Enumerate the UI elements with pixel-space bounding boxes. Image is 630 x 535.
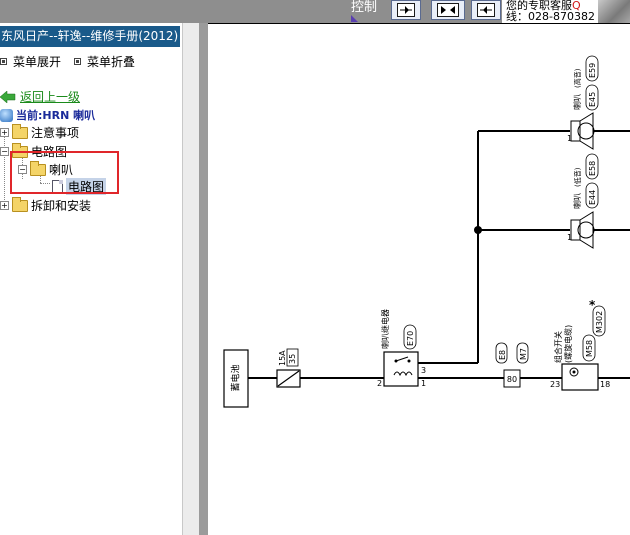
sidebar: 东风日产--轩逸--维修手册(2012) 菜单展开 菜单折叠 返回上一级 当前:… <box>0 23 182 535</box>
horn-low-connector-1: E44 <box>588 190 597 205</box>
tree-item-label: 注意事项 <box>31 126 80 140</box>
relay-pin-2: 2 <box>377 379 382 388</box>
prev-arrow-icon <box>480 6 492 14</box>
relay-label: 喇叭继电器 <box>380 309 390 349</box>
prev-page-button[interactable] <box>471 0 501 20</box>
combo-switch-label: 组合开关 <box>553 331 563 363</box>
menu-expand-label: 菜单展开 <box>13 55 62 69</box>
combo-connector-m58: M58 <box>585 340 594 357</box>
back-link[interactable]: 返回上一级 <box>0 88 80 105</box>
relay-pin-3: 3 <box>421 366 426 375</box>
horn-relay <box>383 351 419 387</box>
next-arrow-icon <box>400 6 412 14</box>
horn-high-pin: 1 <box>567 134 572 143</box>
manual-title: 东风日产--轩逸--维修手册(2012) <box>0 26 180 47</box>
tree-item-disassembly[interactable]: + 拆卸和安装 <box>0 196 92 214</box>
customer-service-info: 您的专职客服Q 线：028-870382 <box>502 0 598 23</box>
horn-low-connector-2: E58 <box>588 161 597 176</box>
folder-icon <box>12 123 28 139</box>
combination-switch <box>561 363 599 391</box>
last-page-button[interactable] <box>431 0 465 20</box>
red-highlight-box <box>10 151 119 194</box>
fuse-number: 35 <box>288 354 297 364</box>
skip-arrows-icon <box>441 6 455 14</box>
menu-expand-button[interactable]: 菜单展开 <box>0 53 61 70</box>
asterisk-note: * <box>589 298 596 312</box>
horn-low-pin: 1 <box>567 233 572 242</box>
collapse-icon <box>74 58 81 65</box>
back-arrow-icon <box>0 90 16 103</box>
wiring-diagram: 蓄电池 15A 35 喇叭继电器 E70 3 2 1 80 E8 M7 组合开关… <box>208 23 630 408</box>
current-location-label: 当前:HRN 喇叭 <box>16 109 96 122</box>
horn-high-sub: (高音) <box>573 68 582 88</box>
horn-high-symbol <box>579 112 594 150</box>
combo-pin-18: 18 <box>600 380 610 389</box>
tree-item-notes[interactable]: + 注意事项 <box>0 123 80 141</box>
connector-pin: 80 <box>507 375 517 384</box>
expand-plus-icon[interactable]: + <box>0 128 9 137</box>
current-location: 当前:HRN 喇叭 <box>0 107 95 123</box>
horn-high-connector-1: E45 <box>588 92 597 107</box>
next-page-button[interactable] <box>391 0 421 20</box>
control-label: 控制 <box>351 0 378 15</box>
collapse-minus-icon[interactable]: − <box>0 147 9 156</box>
menu-collapse-label: 菜单折叠 <box>87 55 136 69</box>
connector-m7: M7 <box>519 348 528 360</box>
combo-connector-m302: M302 <box>595 311 604 333</box>
control-marker-icon <box>351 15 358 22</box>
relay-pin-1: 1 <box>421 379 426 388</box>
circuit-diagram-viewer: 蓄电池 15A 35 喇叭继电器 E70 3 2 1 80 E8 M7 组合开关… <box>208 23 630 535</box>
fuse-rating: 15A <box>278 350 287 366</box>
connector-e8: E8 <box>498 350 507 360</box>
service-avatar <box>598 0 630 23</box>
relay-connector: E70 <box>406 331 415 346</box>
horn-low-label: 喇叭 <box>572 193 582 209</box>
top-toolbar: 控制 您的专职客服Q 线：028-870382 <box>0 0 630 23</box>
combo-pin-23: 23 <box>550 380 560 389</box>
combo-switch-sub: (螺旋电缆) <box>563 325 573 363</box>
expand-icon <box>0 58 7 65</box>
back-label: 返回上一级 <box>20 90 81 104</box>
expand-plus-icon[interactable]: + <box>0 201 9 210</box>
tree-item-label: 拆卸和安装 <box>31 199 92 213</box>
horn-high-label: 喇叭 <box>572 94 582 110</box>
menu-collapse-button[interactable]: 菜单折叠 <box>74 53 135 70</box>
folder-icon <box>12 196 28 212</box>
sidebar-scrollbar[interactable] <box>182 23 199 535</box>
junction-dot <box>474 226 482 234</box>
contact-line-2: 线：028-870382 <box>506 10 595 23</box>
horn-low-sub: (低音) <box>573 167 582 187</box>
location-icon <box>0 108 13 122</box>
horn-low-symbol <box>579 211 594 249</box>
battery-label: 蓄电池 <box>230 364 242 391</box>
frame-divider[interactable] <box>199 23 208 535</box>
horn-high-connector-2: E59 <box>588 63 597 78</box>
